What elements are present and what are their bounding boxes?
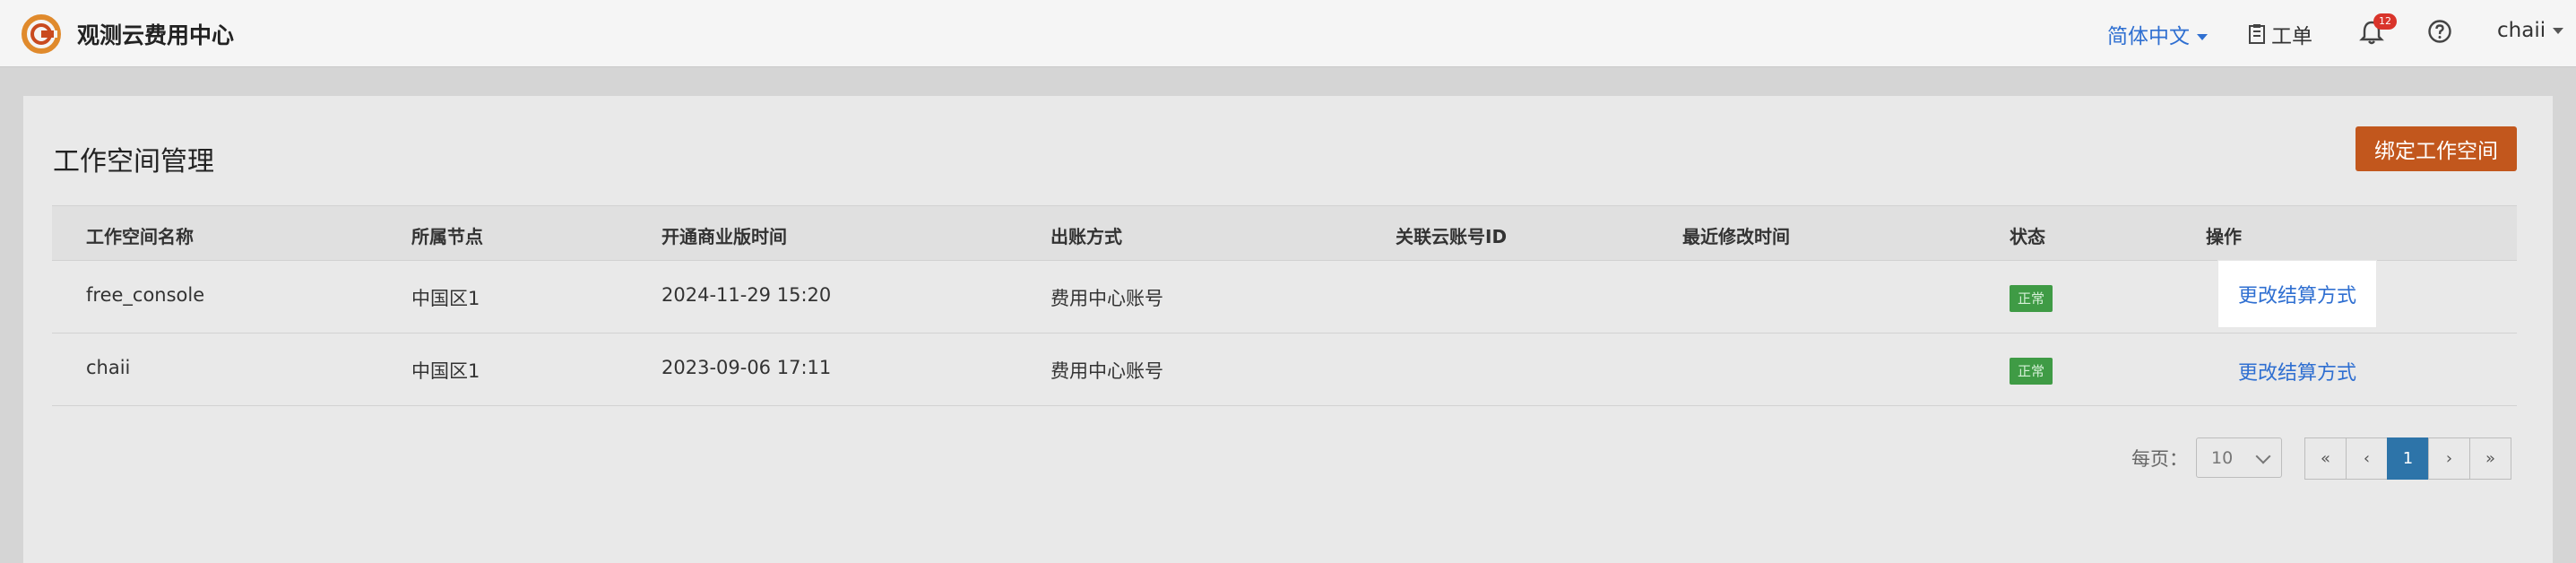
page-size-select[interactable]: 10 bbox=[2196, 437, 2282, 478]
first-page-button[interactable]: « bbox=[2304, 437, 2347, 480]
workspace-panel: 工作空间管理 绑定工作空间 工作空间名称 所属节点 开通商业版时间 出账方式 关… bbox=[23, 96, 2553, 563]
help-icon[interactable] bbox=[2427, 19, 2452, 44]
billing-cell: 费用中心账号 bbox=[1050, 288, 1163, 309]
column-header-action: 操作 bbox=[2206, 226, 2242, 247]
column-header-status: 状态 bbox=[2010, 226, 2045, 247]
open-time-cell: 2024-11-29 15:20 bbox=[661, 284, 832, 306]
language-label: 简体中文 bbox=[2107, 25, 2190, 48]
language-selector[interactable]: 简体中文 bbox=[2107, 19, 2208, 49]
workspace-name: chaii bbox=[86, 357, 131, 378]
table-header: 工作空间名称 所属节点 开通商业版时间 出账方式 关联云账号ID 最近修改时间 … bbox=[52, 205, 2517, 261]
workspace-name: free_console bbox=[86, 284, 205, 306]
ticket-label: 工单 bbox=[2271, 25, 2312, 48]
chevron-down-icon bbox=[2255, 448, 2271, 464]
open-time-cell: 2023-09-06 17:11 bbox=[661, 357, 832, 378]
page-button-current[interactable]: 1 bbox=[2387, 437, 2429, 480]
pagination: « ‹ 1 › » bbox=[2304, 437, 2511, 480]
status-badge: 正常 bbox=[2010, 358, 2053, 385]
table-row: free_console 中国区1 2024-11-29 15:20 费用中心账… bbox=[52, 261, 2517, 333]
notification-badge: 12 bbox=[2373, 13, 2397, 30]
chevron-down-icon bbox=[2197, 34, 2208, 40]
column-header-open-time: 开通商业版时间 bbox=[661, 226, 787, 247]
app-title: 观测云费用中心 bbox=[77, 22, 235, 48]
node-cell: 中国区1 bbox=[411, 288, 480, 309]
change-billing-link[interactable]: 更改结算方式 bbox=[2218, 261, 2377, 327]
page-title: 工作空间管理 bbox=[53, 146, 214, 178]
bind-workspace-button[interactable]: 绑定工作空间 bbox=[2356, 126, 2517, 171]
clipboard-icon bbox=[2249, 24, 2265, 44]
node-cell: 中国区1 bbox=[411, 360, 480, 382]
last-page-button[interactable]: » bbox=[2469, 437, 2511, 480]
next-page-button[interactable]: › bbox=[2428, 437, 2470, 480]
per-page-label: 每页： bbox=[2131, 448, 2188, 470]
username: chaii bbox=[2497, 19, 2546, 42]
column-header-cloud-id: 关联云账号ID bbox=[1396, 226, 1508, 247]
workspace-table: 工作空间名称 所属节点 开通商业版时间 出账方式 关联云账号ID 最近修改时间 … bbox=[52, 205, 2517, 406]
billing-cell: 费用中心账号 bbox=[1050, 360, 1163, 382]
prev-page-button[interactable]: ‹ bbox=[2346, 437, 2388, 480]
top-header: 观测云费用中心 简体中文 工单 12 chaii bbox=[0, 0, 2576, 67]
table-row: chaii 中国区1 2023-09-06 17:11 费用中心账号 正常 更改… bbox=[52, 333, 2517, 406]
change-billing-link[interactable]: 更改结算方式 bbox=[2238, 357, 2356, 385]
column-header-name: 工作空间名称 bbox=[86, 226, 194, 247]
column-header-node: 所属节点 bbox=[411, 226, 483, 247]
column-header-billing: 出账方式 bbox=[1050, 226, 1122, 247]
chevron-down-icon bbox=[2553, 28, 2564, 34]
ticket-link[interactable]: 工单 bbox=[2248, 19, 2312, 49]
column-header-modified: 最近修改时间 bbox=[1682, 226, 1790, 247]
status-badge: 正常 bbox=[2010, 285, 2053, 312]
app-logo-icon bbox=[22, 14, 61, 54]
user-menu[interactable]: chaii bbox=[2497, 19, 2564, 42]
page-size-value: 10 bbox=[2211, 448, 2234, 468]
